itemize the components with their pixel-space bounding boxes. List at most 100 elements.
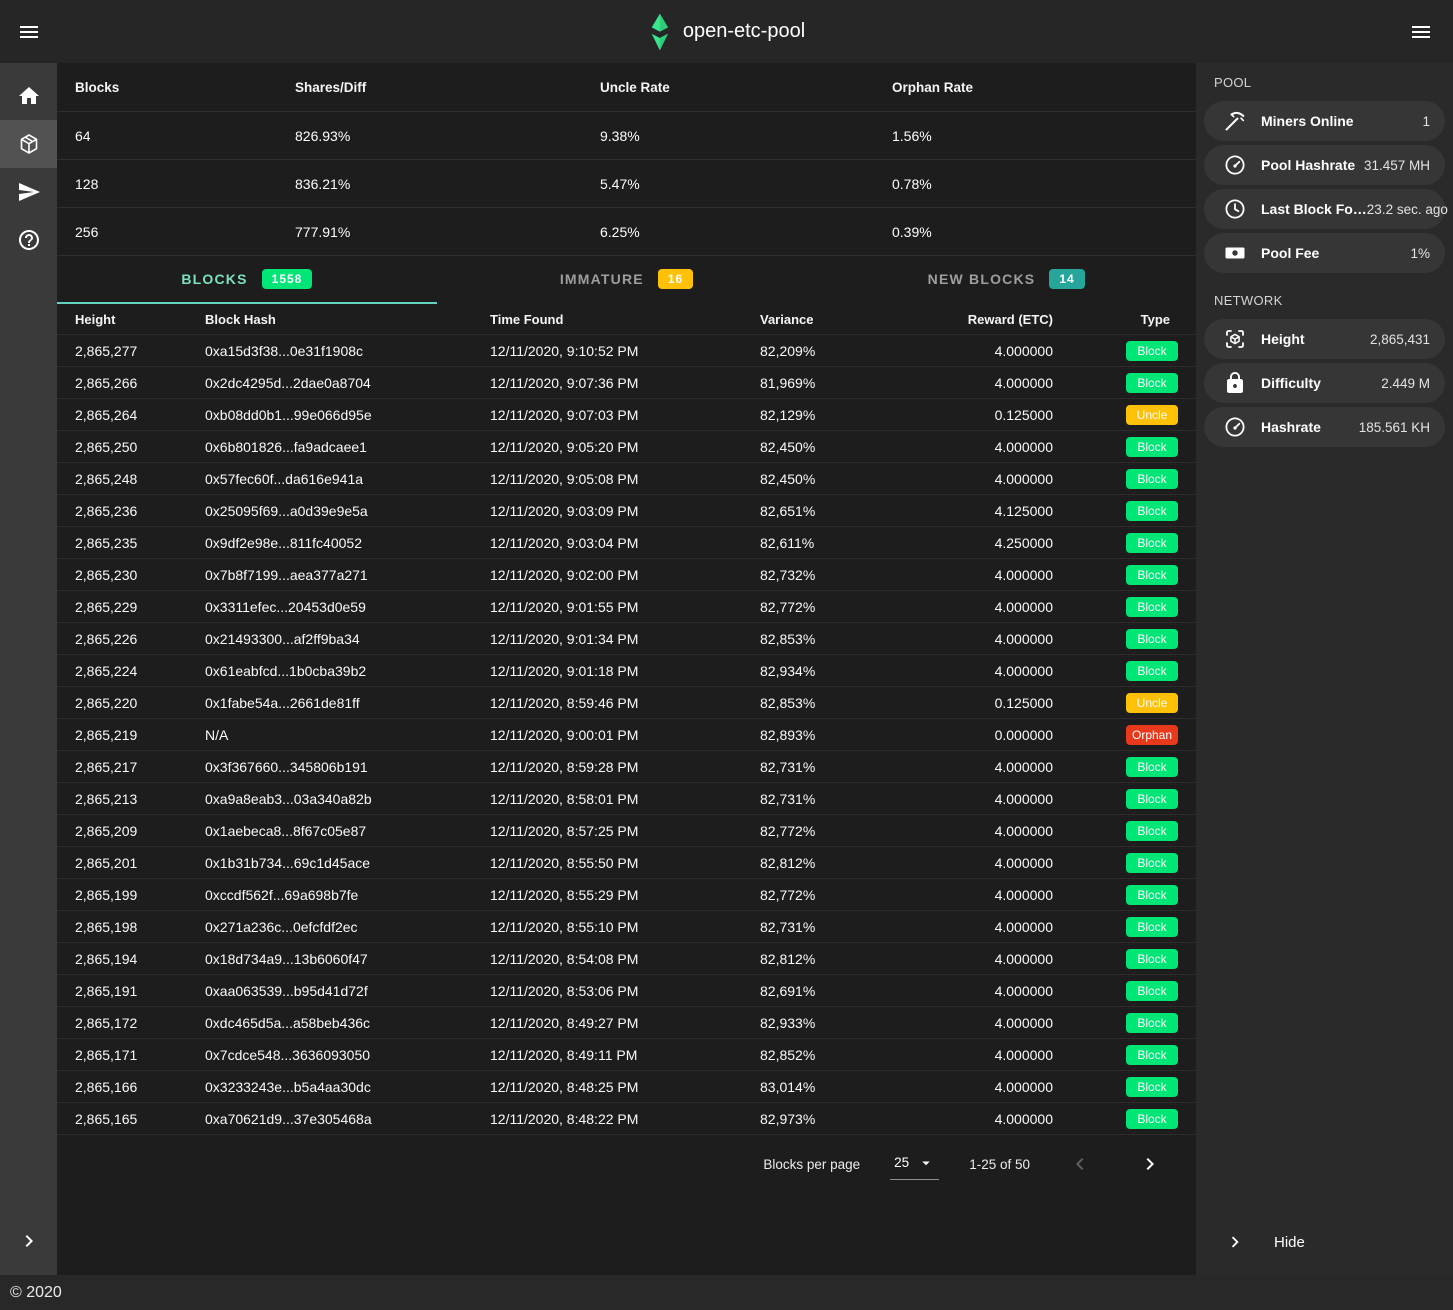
blocks-window: 256: [75, 224, 295, 240]
type-badge: Uncle: [1126, 405, 1178, 425]
prev-page-button[interactable]: [1060, 1144, 1100, 1184]
block-height: 2,865,235: [75, 535, 205, 551]
variance: 82,450%: [760, 439, 930, 455]
per-page-value: 25: [894, 1155, 909, 1170]
block-hash: 0x25095f69...a0d39e9e5a: [205, 503, 490, 519]
time-found: 12/11/2020, 9:01:18 PM: [490, 663, 760, 679]
variance: 82,812%: [760, 951, 930, 967]
type-badge: Block: [1126, 469, 1178, 489]
stat-value: 1%: [1410, 246, 1430, 261]
etc-logo-icon: [648, 12, 671, 52]
col-header: Variance: [760, 312, 930, 327]
reward: 4.000000: [930, 855, 1053, 871]
block-hash: 0x271a236c...0efcfdf2ec: [205, 919, 490, 935]
time-found: 12/11/2020, 9:05:20 PM: [490, 439, 760, 455]
col-header: Type: [1053, 312, 1196, 327]
time-found: 12/11/2020, 9:03:04 PM: [490, 535, 760, 551]
reward: 4.000000: [930, 1079, 1053, 1095]
col-header: Shares/Diff: [295, 80, 600, 95]
chevron-down-icon: [917, 1154, 935, 1172]
top-app-bar: open-etc-pool: [0, 0, 1453, 63]
table-row: 2,865,172 0xdc465d5a...a58beb436c 12/11/…: [57, 1007, 1196, 1039]
type-badge: Block: [1126, 1045, 1178, 1065]
tab-badge: 1558: [262, 269, 313, 289]
nav-blocks-button[interactable]: [0, 120, 57, 168]
block-hash: 0x57fec60f...da616e941a: [205, 471, 490, 487]
per-page-select[interactable]: 25: [890, 1149, 939, 1180]
type-badge: Uncle: [1126, 693, 1178, 713]
block-hash: 0x21493300...af2ff9ba34: [205, 631, 490, 647]
next-page-button[interactable]: [1130, 1144, 1170, 1184]
block-hash: 0x9df2e98e...811fc40052: [205, 535, 490, 551]
network-section-title: NETWORK: [1204, 277, 1445, 319]
reward: 4.000000: [930, 983, 1053, 999]
table-row: 2,865,248 0x57fec60f...da616e941a 12/11/…: [57, 463, 1196, 495]
block-hash: 0x6b801826...fa9adcaee1: [205, 439, 490, 455]
variance: 82,852%: [760, 1047, 930, 1063]
variance: 82,611%: [760, 535, 930, 551]
type-badge: Block: [1126, 757, 1178, 777]
table-row: 2,865,235 0x9df2e98e...811fc40052 12/11/…: [57, 527, 1196, 559]
variance: 82,973%: [760, 1111, 930, 1127]
block-hash: 0x61eabfcd...1b0cba39b2: [205, 663, 490, 679]
reward: 4.000000: [930, 887, 1053, 903]
tab-badge: 14: [1049, 269, 1084, 289]
reward: 0.125000: [930, 695, 1053, 711]
chevron-right-icon: [17, 1229, 41, 1253]
tab-label: BLOCKS: [181, 271, 247, 287]
nav-home-button[interactable]: [0, 72, 57, 120]
nav-payments-button[interactable]: [0, 168, 57, 216]
type-badge: Block: [1126, 917, 1178, 937]
type-badge: Block: [1126, 853, 1178, 873]
menu-icon-right[interactable]: [1397, 0, 1445, 63]
block-height: 2,865,236: [75, 503, 205, 519]
stat-pool-hashrate: Pool Hashrate 31.457 MH: [1204, 145, 1445, 185]
type-badge: Block: [1126, 1109, 1178, 1129]
reward: 4.000000: [930, 919, 1053, 935]
col-header: Orphan Rate: [892, 80, 1196, 95]
menu-icon[interactable]: [0, 0, 57, 63]
block-height: 2,865,220: [75, 695, 205, 711]
variance: 82,772%: [760, 887, 930, 903]
stat-last-block-found: Last Block Fo… 23.2 sec. ago: [1204, 189, 1445, 229]
home-icon: [17, 84, 41, 108]
help-icon: [17, 228, 41, 252]
block-height: 2,865,198: [75, 919, 205, 935]
time-found: 12/11/2020, 8:54:08 PM: [490, 951, 760, 967]
reward: 4.125000: [930, 503, 1053, 519]
stat-value: 23.2 sec. ago: [1367, 202, 1448, 217]
table-row: 2,865,219 N/A 12/11/2020, 9:00:01 PM 82,…: [57, 719, 1196, 751]
col-header: Uncle Rate: [600, 80, 892, 95]
table-row: 2,865,226 0x21493300...af2ff9ba34 12/11/…: [57, 623, 1196, 655]
nav-help-button[interactable]: [0, 216, 57, 264]
time-found: 12/11/2020, 8:49:11 PM: [490, 1047, 760, 1063]
tab-label: NEW BLOCKS: [928, 271, 1036, 287]
variance: 81,969%: [760, 375, 930, 391]
orphan-rate: 0.39%: [892, 224, 1196, 240]
time-found: 12/11/2020, 8:48:25 PM: [490, 1079, 760, 1095]
reward: 4.000000: [930, 1047, 1053, 1063]
blocks-window: 64: [75, 128, 295, 144]
expand-nav-button[interactable]: [0, 1221, 57, 1261]
block-height: 2,865,277: [75, 343, 205, 359]
tab-blocks[interactable]: BLOCKS 1558: [57, 256, 437, 304]
stat-pool-fee: Pool Fee 1%: [1204, 233, 1445, 273]
block-height: 2,865,266: [75, 375, 205, 391]
table-row: 2,865,264 0xb08dd0b1...99e066d95e 12/11/…: [57, 399, 1196, 431]
lock-icon: [1223, 371, 1247, 395]
table-row: 2,865,213 0xa9a8eab3...03a340a82b 12/11/…: [57, 783, 1196, 815]
stat-label: Last Block Fo…: [1261, 201, 1367, 217]
tab-new-blocks[interactable]: NEW BLOCKS 14: [816, 256, 1196, 304]
cube-scan-icon: [1223, 327, 1247, 351]
tab-immature[interactable]: IMMATURE 16: [437, 256, 817, 304]
page-range: 1-25 of 50: [969, 1157, 1030, 1172]
type-badge: Block: [1126, 949, 1178, 969]
block-hash: 0x2dc4295d...2dae0a8704: [205, 375, 490, 391]
block-height: 2,865,217: [75, 759, 205, 775]
blocks-table-header: Height Block Hash Time Found Variance Re…: [57, 304, 1196, 335]
type-badge: Block: [1126, 373, 1178, 393]
table-row: 2,865,198 0x271a236c...0efcfdf2ec 12/11/…: [57, 911, 1196, 943]
app-title: open-etc-pool: [683, 20, 805, 43]
reward: 4.000000: [930, 343, 1053, 359]
hide-sidebar-button[interactable]: Hide: [1204, 1219, 1445, 1265]
